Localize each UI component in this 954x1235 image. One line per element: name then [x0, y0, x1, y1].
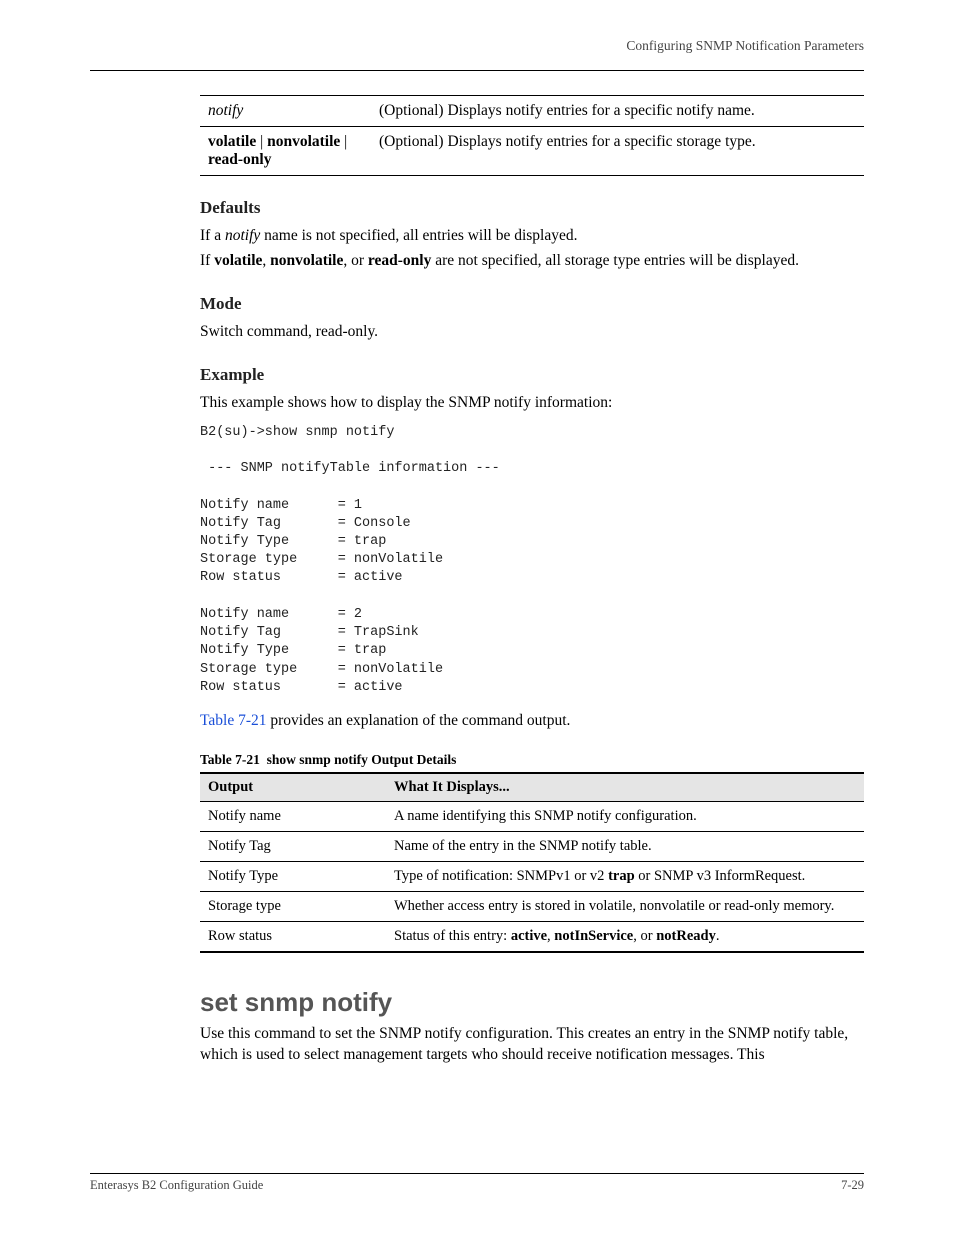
header-rule: [90, 70, 864, 71]
out-head-right: What It Displays...: [386, 773, 864, 802]
param-key: notify: [200, 96, 371, 127]
footer-right: 7-29: [841, 1178, 864, 1193]
out-key: Notify name: [200, 801, 386, 831]
out-val: Name of the entry in the SNMP notify tab…: [386, 831, 864, 861]
output-details-table: Output What It Displays... Notify name A…: [200, 772, 864, 953]
footer-left: Enterasys B2 Configuration Guide: [90, 1178, 263, 1193]
parameters-table: notify (Optional) Displays notify entrie…: [200, 95, 864, 176]
out-head-left: Output: [200, 773, 386, 802]
defaults-line-2: If volatile, nonvolatile, or read-only a…: [200, 251, 864, 272]
out-val: A name identifying this SNMP notify conf…: [386, 801, 864, 831]
out-key: Notify Type: [200, 861, 386, 891]
heading-mode: Mode: [200, 294, 864, 314]
param-key: volatile | nonvolatile | read-only: [200, 127, 371, 176]
footer-rule: [90, 1173, 864, 1174]
out-key: Notify Tag: [200, 831, 386, 861]
param-desc: (Optional) Displays notify entries for a…: [371, 127, 864, 176]
out-val: Type of notification: SNMPv1 or v2 trap …: [386, 861, 864, 891]
heading-example: Example: [200, 365, 864, 385]
mode-text: Switch command, read-only.: [200, 322, 864, 343]
post-example-text: Table 7-21 provides an explanation of th…: [200, 711, 864, 732]
heading-defaults: Defaults: [200, 198, 864, 218]
out-key: Row status: [200, 921, 386, 952]
running-header: Configuring SNMP Notification Parameters: [626, 38, 864, 54]
out-val: Whether access entry is stored in volati…: [386, 891, 864, 921]
example-terminal-output: B2(su)->show snmp notify --- SNMP notify…: [200, 424, 864, 697]
table-ref-link[interactable]: Table 7-21: [200, 712, 267, 729]
command-heading-set-snmp-notify: set snmp notify: [200, 987, 864, 1018]
command-desc: Use this command to set the SNMP notify …: [200, 1024, 864, 1066]
param-desc: (Optional) Displays notify entries for a…: [371, 96, 864, 127]
table-caption: Table 7-21 show snmp notify Output Detai…: [200, 752, 864, 768]
out-val: Status of this entry: active, notInServi…: [386, 921, 864, 952]
page-footer: Enterasys B2 Configuration Guide 7-29: [90, 1173, 864, 1193]
defaults-line-1: If a notify name is not specified, all e…: [200, 226, 864, 247]
out-key: Storage type: [200, 891, 386, 921]
example-intro: This example shows how to display the SN…: [200, 393, 864, 414]
